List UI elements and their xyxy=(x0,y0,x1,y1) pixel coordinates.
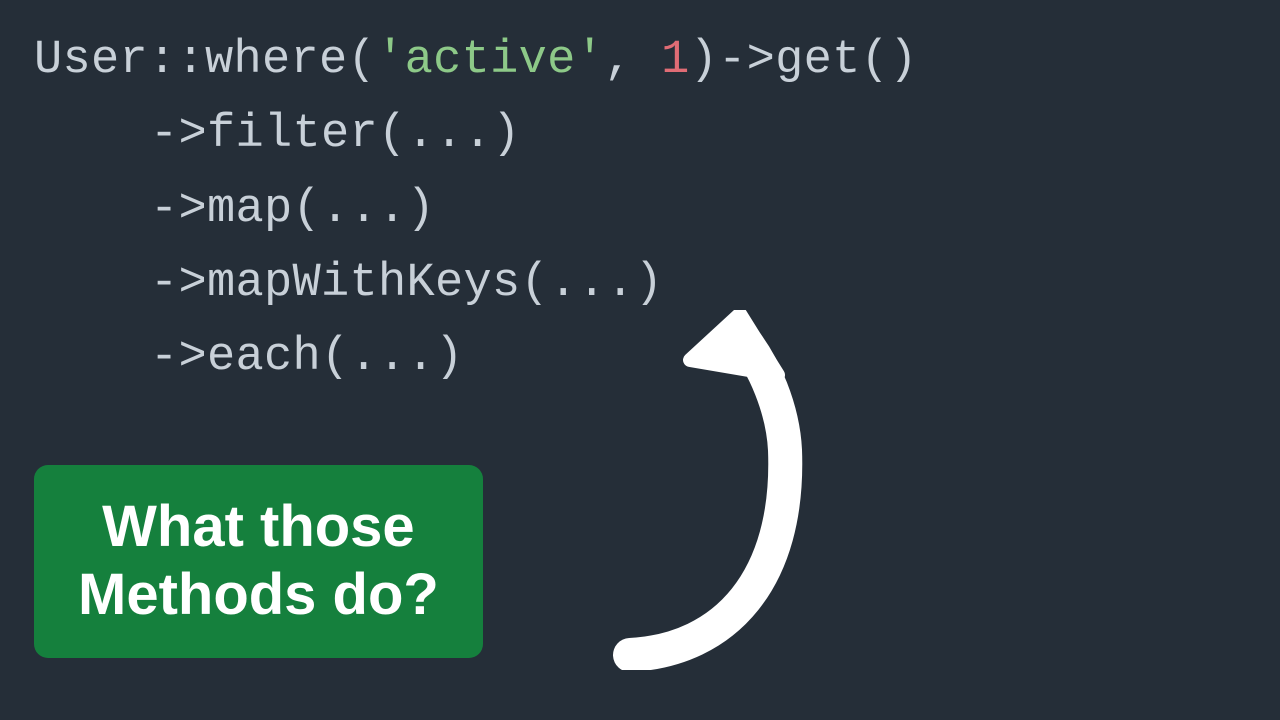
code-text: , xyxy=(604,34,661,87)
callout-box: What those Methods do? xyxy=(34,465,483,658)
code-text: User::where( xyxy=(34,34,376,87)
code-text: )->get() xyxy=(690,34,918,87)
code-number: 1 xyxy=(661,34,690,87)
code-line-3: ->map(...) xyxy=(34,173,1280,247)
code-string: 'active' xyxy=(376,34,604,87)
code-line-2: ->filter(...) xyxy=(34,98,1280,172)
callout-line-2: Methods do? xyxy=(78,561,439,629)
code-line-1: User::where('active', 1)->get() xyxy=(34,24,1280,98)
callout-line-1: What those xyxy=(78,493,439,561)
code-line-5: ->each(...) xyxy=(34,321,1280,395)
code-line-4: ->mapWithKeys(...) xyxy=(34,247,1280,321)
code-snippet: User::where('active', 1)->get() ->filter… xyxy=(0,0,1280,395)
